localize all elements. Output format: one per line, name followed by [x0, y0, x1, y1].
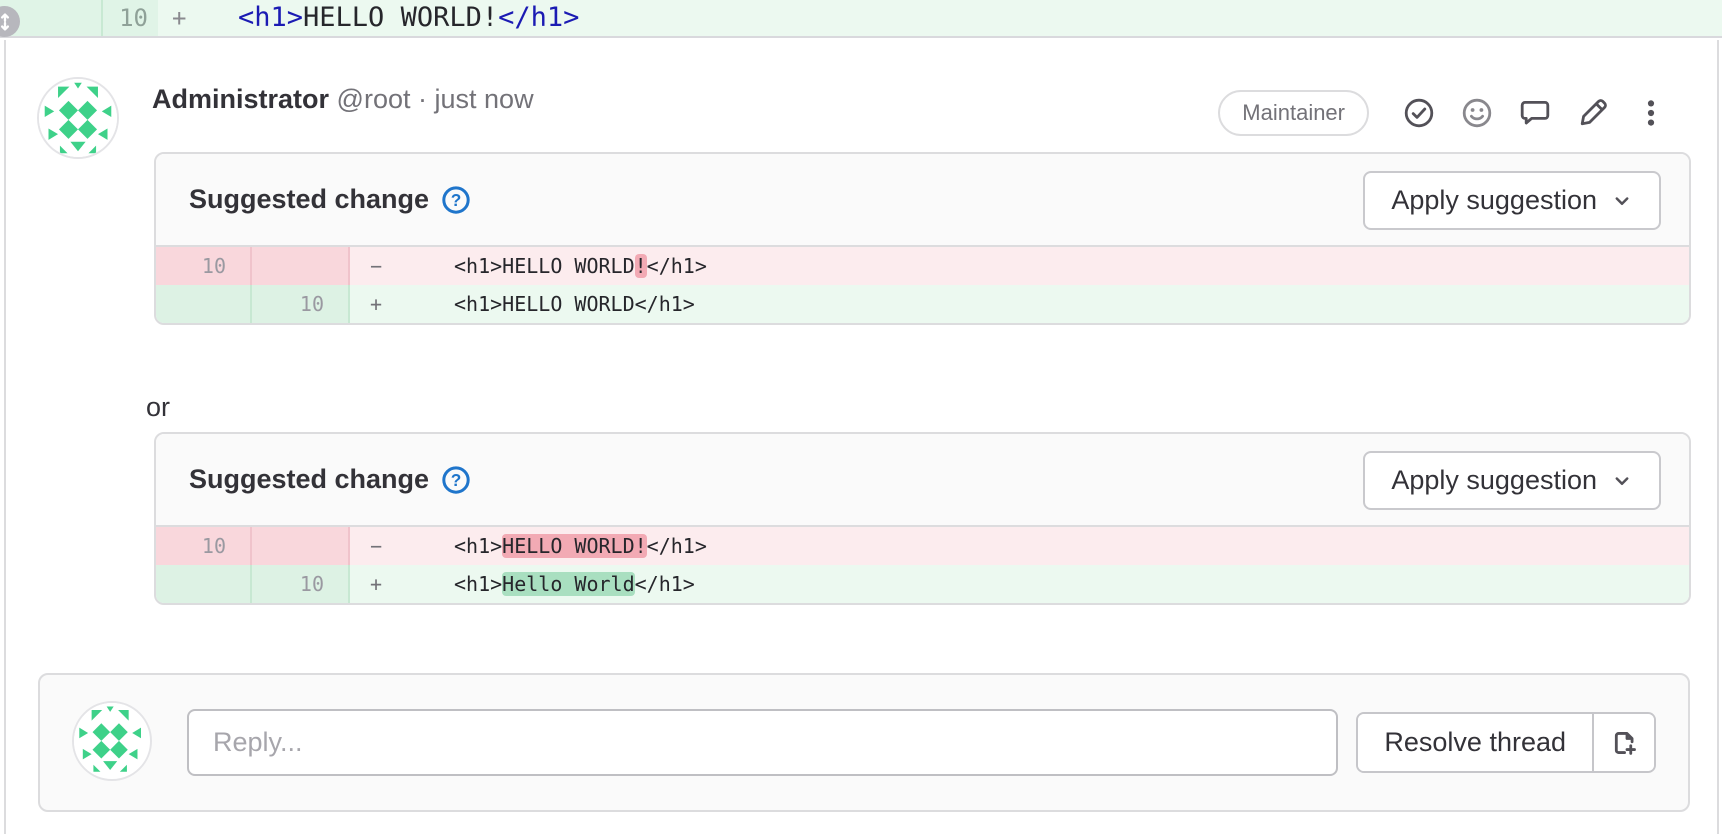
approve-check-button[interactable] — [1403, 97, 1435, 129]
added-marker: + — [370, 565, 390, 603]
more-actions-button[interactable] — [1635, 97, 1667, 129]
add-reaction-icon — [1461, 97, 1493, 129]
added-code-text: <h1>HELLO WORLD</h1> — [454, 292, 695, 316]
comment-button[interactable] — [1519, 97, 1551, 129]
suggestion-removed-row: 10 − <h1>HELLO WORLD!</h1> — [156, 247, 1689, 285]
apply-suggestion-button[interactable]: Apply suggestion — [1363, 451, 1661, 510]
new-issue-icon — [1609, 728, 1639, 758]
new-line-number — [252, 527, 350, 565]
added-code-text: <h1>Hello World</h1> — [454, 572, 695, 596]
removed-code-cell: − <h1>HELLO WORLD!</h1> — [350, 247, 1689, 285]
suggestion-removed-row: 10 − <h1>HELLO WORLD!</h1> — [156, 527, 1689, 565]
note-controls: Maintainer — [1218, 90, 1667, 136]
or-separator-text: or — [146, 392, 170, 423]
suggestion-title: Suggested change — [189, 464, 429, 495]
approve-check-icon — [1403, 97, 1435, 129]
old-line-number: 10 — [156, 527, 252, 565]
suggested-change-card-1: Suggested change ? Apply suggestion 10 — [154, 152, 1691, 325]
identicon-image — [74, 703, 150, 779]
resolve-thread-button[interactable]: Resolve thread — [1358, 714, 1592, 771]
new-line-number: 10 — [252, 565, 350, 603]
suggestion-added-row: 10 + <h1>Hello World</h1> — [156, 565, 1689, 603]
help-question-icon[interactable]: ? — [441, 185, 471, 215]
old-line-number — [156, 565, 252, 603]
reply-bar: Resolve thread — [38, 673, 1690, 812]
chevron-down-icon — [1611, 470, 1633, 492]
old-line-number: 10 — [156, 247, 252, 285]
identicon-image — [39, 79, 117, 157]
added-code-cell: + <h1>Hello World</h1> — [350, 565, 1689, 603]
discussion-thread-card: Administrator @root · just now Maintaine… — [4, 40, 1719, 834]
added-marker: + — [172, 0, 196, 36]
file-diff-line-added: 10 + <h1>HELLO WORLD!</h1> — [0, 0, 1722, 38]
apply-suggestion-label: Apply suggestion — [1391, 185, 1597, 216]
diff-code-cell: + <h1>HELLO WORLD!</h1> — [158, 0, 1722, 36]
added-code-cell: + <h1>HELLO WORLD</h1> — [350, 285, 1689, 323]
added-marker: + — [370, 285, 390, 323]
resolve-with-issue-button[interactable] — [1592, 714, 1654, 771]
author-name: Administrator — [152, 84, 329, 114]
reply-input[interactable] — [187, 709, 1338, 776]
removed-marker: − — [370, 527, 390, 565]
html-close-tag: </h1> — [498, 2, 579, 33]
resolve-thread-button-group: Resolve thread — [1356, 712, 1656, 773]
removed-highlight: HELLO WORLD! — [502, 534, 647, 558]
apply-suggestion-button[interactable]: Apply suggestion — [1363, 171, 1661, 230]
up-down-arrows-icon — [0, 11, 16, 33]
chevron-down-icon — [1611, 190, 1633, 212]
avatar — [72, 701, 152, 781]
merge-request-diff-discussion: 10 +<h1>HELLO WORLD!</h1> — [0, 0, 1722, 834]
suggestion-title: Suggested change — [189, 184, 429, 215]
more-actions-kebab-icon — [1635, 97, 1667, 129]
new-line-number — [252, 247, 350, 285]
meta-separator: · — [418, 84, 427, 114]
svg-text:?: ? — [451, 190, 462, 210]
note-meta: Administrator @root · just now — [152, 84, 534, 115]
author-username: @root — [337, 84, 411, 114]
code-text: <h1>HELLO WORLD!</h1> — [238, 2, 579, 33]
suggestion-added-row: 10 + <h1>HELLO WORLD</h1> — [156, 285, 1689, 323]
suggestion-header: Suggested change ? Apply suggestion — [156, 434, 1689, 527]
svg-text:?: ? — [451, 470, 462, 490]
removed-highlight: ! — [635, 254, 647, 278]
removed-code-text: <h1>HELLO WORLD!</h1> — [454, 534, 707, 558]
timestamp: just now — [435, 84, 534, 114]
old-line-number — [156, 285, 252, 323]
edit-pencil-icon — [1577, 97, 1609, 129]
removed-marker: − — [370, 247, 390, 285]
code-inner-text: HELLO WORLD! — [303, 2, 498, 33]
suggestion-header: Suggested change ? Apply suggestion — [156, 154, 1689, 247]
apply-suggestion-label: Apply suggestion — [1391, 465, 1597, 496]
html-open-tag: <h1> — [238, 2, 303, 33]
role-badge: Maintainer — [1218, 90, 1369, 136]
new-line-number: 10 — [252, 285, 350, 323]
comment-icon — [1519, 97, 1551, 129]
help-question-icon[interactable]: ? — [441, 465, 471, 495]
added-highlight: Hello World — [502, 572, 634, 596]
removed-code-cell: − <h1>HELLO WORLD!</h1> — [350, 527, 1689, 565]
suggested-change-card-2: Suggested change ? Apply suggestion 10 — [154, 432, 1691, 605]
avatar — [37, 77, 119, 159]
add-reaction-button[interactable] — [1461, 97, 1493, 129]
edit-button[interactable] — [1577, 97, 1609, 129]
new-line-number-cell[interactable]: 10 — [103, 0, 158, 36]
removed-code-text: <h1>HELLO WORLD!</h1> — [454, 254, 707, 278]
